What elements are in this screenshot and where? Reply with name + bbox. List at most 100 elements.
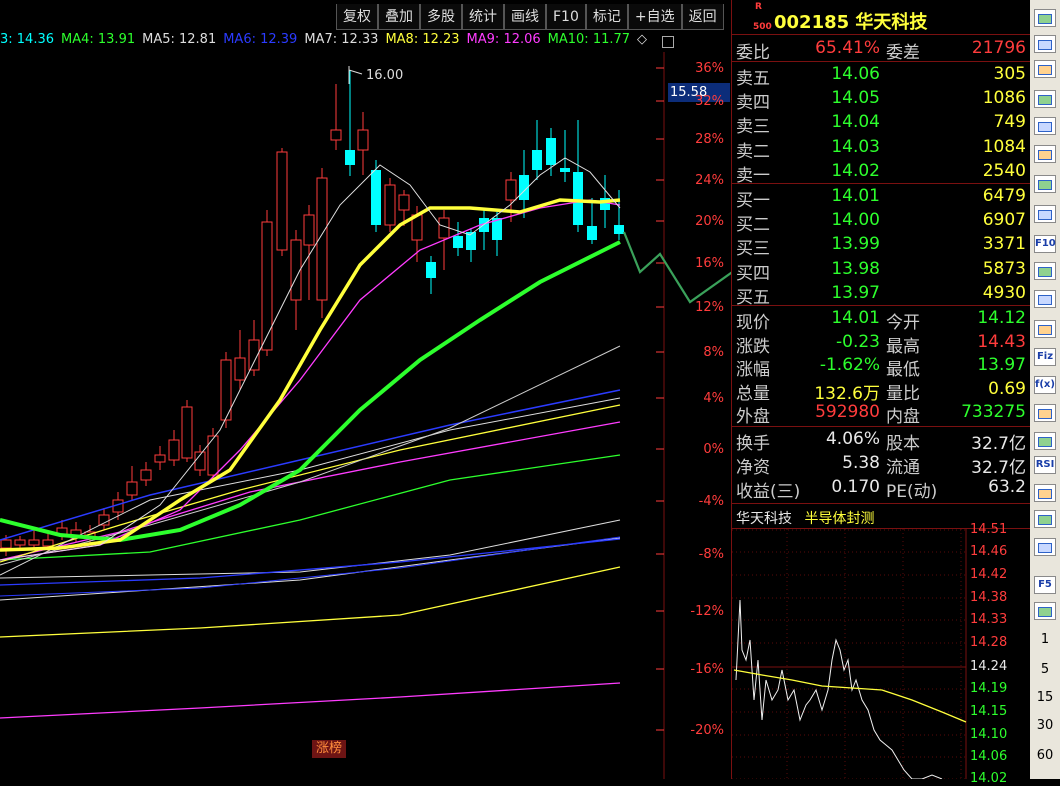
stock-code-name: 002185 华天科技: [774, 12, 928, 33]
percent-tick: 12%: [695, 300, 724, 315]
list-icon[interactable]: [1034, 90, 1056, 108]
toolbar-button-8[interactable]: 返回: [681, 4, 724, 30]
intraday-price-tick: 14.33: [970, 612, 1008, 627]
bid-row[interactable]: 买三 13.99 3371: [736, 234, 1028, 259]
bolt-icon[interactable]: [1034, 484, 1056, 502]
row-value: 5.38: [842, 453, 880, 473]
line-chart-icon[interactable]: [1034, 145, 1056, 163]
wave-icon[interactable]: [1034, 432, 1056, 450]
ask-row[interactable]: 卖一 14.02 2540: [736, 160, 1028, 186]
period-60[interactable]: 60: [1030, 748, 1060, 763]
candle-body: [28, 539, 40, 546]
period-30[interactable]: 30: [1030, 718, 1060, 733]
candle-body: [453, 236, 463, 248]
refresh-icon[interactable]: [1034, 602, 1056, 620]
row-value: 592980: [815, 402, 880, 422]
ask-row[interactable]: 卖五 14.06 305: [736, 64, 1028, 89]
row-value: 733275: [961, 402, 1026, 422]
ask-row[interactable]: 卖三 14.04 749: [736, 112, 1028, 137]
refresh-icon-glyph: [1038, 607, 1052, 617]
period-1[interactable]: 1: [1030, 632, 1060, 647]
percent-tick: 24%: [695, 173, 724, 188]
toolbar-button-5[interactable]: F10: [546, 4, 586, 30]
f10-icon[interactable]: F10: [1034, 235, 1056, 253]
ma-legend-item: MA9: 12.06: [466, 32, 541, 47]
toolbar-button-1[interactable]: 叠加: [378, 4, 420, 30]
row-label: PE(动): [886, 482, 938, 502]
bid-price: 13.99: [831, 234, 880, 255]
candlestick-chart[interactable]: 16.00: [0, 52, 732, 779]
toolbar-button-2[interactable]: 多股: [420, 4, 462, 30]
toolbar-button-7[interactable]: +自选: [627, 4, 682, 30]
pencil-icon[interactable]: [1034, 538, 1056, 556]
bid-row[interactable]: 买五 13.97 4930: [736, 282, 1028, 308]
row-value: 14.43: [977, 331, 1026, 352]
bid-row[interactable]: 买四 13.98 5873: [736, 258, 1028, 284]
book-icon[interactable]: [1034, 320, 1056, 338]
limit-up-badge[interactable]: 涨榜: [312, 740, 346, 758]
ask-row[interactable]: 卖二 14.03 1084: [736, 137, 1028, 162]
peak-label: 16.00: [366, 68, 403, 83]
report-icon[interactable]: [1034, 262, 1056, 280]
list-icon-glyph: [1038, 95, 1052, 105]
ask-row[interactable]: 卖四 14.05 1086: [736, 88, 1028, 113]
stock-subscript: 500: [753, 22, 772, 32]
toolbar-button-4[interactable]: 画线: [504, 4, 546, 30]
book-icon-glyph: [1038, 325, 1052, 335]
bid-row[interactable]: 买二 14.00 6907: [736, 210, 1028, 235]
ask-volume: 1086: [982, 88, 1026, 109]
bid-volume: 5873: [982, 258, 1026, 279]
ask-price: 14.05: [831, 88, 880, 109]
rsi-icon[interactable]: RSI: [1034, 456, 1056, 474]
ask-volume: 749: [993, 112, 1026, 133]
f5-icon[interactable]: F5: [1034, 576, 1056, 594]
quote-row: 涨跌 -0.23 最高 14.43: [736, 331, 1028, 357]
ma-legend-item: 3: 14.36: [0, 32, 54, 47]
ask-volume: 305: [993, 64, 1026, 84]
intraday-price-tick: 14.51: [970, 522, 1008, 537]
ask-label: 卖一: [736, 165, 770, 186]
fiz-icon[interactable]: Fiz: [1034, 348, 1056, 366]
gear-icon[interactable]: [1034, 290, 1056, 308]
row-value: -0.23: [836, 331, 880, 352]
candle-body: [398, 194, 410, 211]
candle-body: [546, 138, 556, 165]
intraday-stock-name: 华天科技: [736, 511, 792, 527]
candle-icon-glyph: [1038, 180, 1052, 190]
quote-row: 现价 14.01 今开 14.12: [736, 308, 1028, 333]
candle-icon[interactable]: [1034, 175, 1056, 193]
period-5[interactable]: 5: [1030, 662, 1060, 677]
candle-body: [234, 357, 246, 381]
quote-row: 涨幅 -1.62% 最低 13.97: [736, 355, 1028, 380]
toolbar-button-3[interactable]: 统计: [462, 4, 504, 30]
collapse-icon[interactable]: [662, 36, 675, 48]
bid-volume: 4930: [982, 282, 1026, 303]
candle-body: [384, 184, 396, 226]
toolbar-button-0[interactable]: 复权: [336, 4, 378, 30]
row-label: 涨幅: [736, 360, 770, 380]
intraday-price-tick: 14.46: [970, 544, 1008, 559]
intraday-price-tick: 14.28: [970, 635, 1008, 650]
intraday-price-tick: 14.42: [970, 567, 1008, 582]
ring-icon[interactable]: [1034, 404, 1056, 422]
percent-tick: -20%: [690, 723, 724, 738]
row-value: -1.62%: [819, 355, 880, 375]
candle-body: [140, 469, 152, 481]
toolbar-button-6[interactable]: 标记: [585, 4, 628, 30]
diamond-icon[interactable]: [1034, 60, 1056, 78]
window-icon[interactable]: [1034, 205, 1056, 223]
grid-icon[interactable]: [1034, 117, 1056, 135]
formula-icon[interactable]: f(x): [1034, 376, 1056, 394]
ma-line-bold: [0, 198, 621, 552]
ask-volume: 2540: [982, 160, 1026, 181]
period-15[interactable]: 15: [1030, 690, 1060, 705]
back-arrow-icon[interactable]: [1034, 9, 1056, 27]
row-label: 净资: [736, 458, 770, 478]
bid-row[interactable]: 买一 14.01 6479: [736, 186, 1028, 211]
move-icon[interactable]: [1034, 510, 1056, 528]
dial-icon[interactable]: [1034, 35, 1056, 53]
candle-body: [42, 539, 54, 547]
intraday-sector[interactable]: 半导体封测: [804, 511, 874, 527]
candle-body: [587, 226, 597, 240]
ma-legend-item: MA6: 12.39: [223, 32, 298, 47]
